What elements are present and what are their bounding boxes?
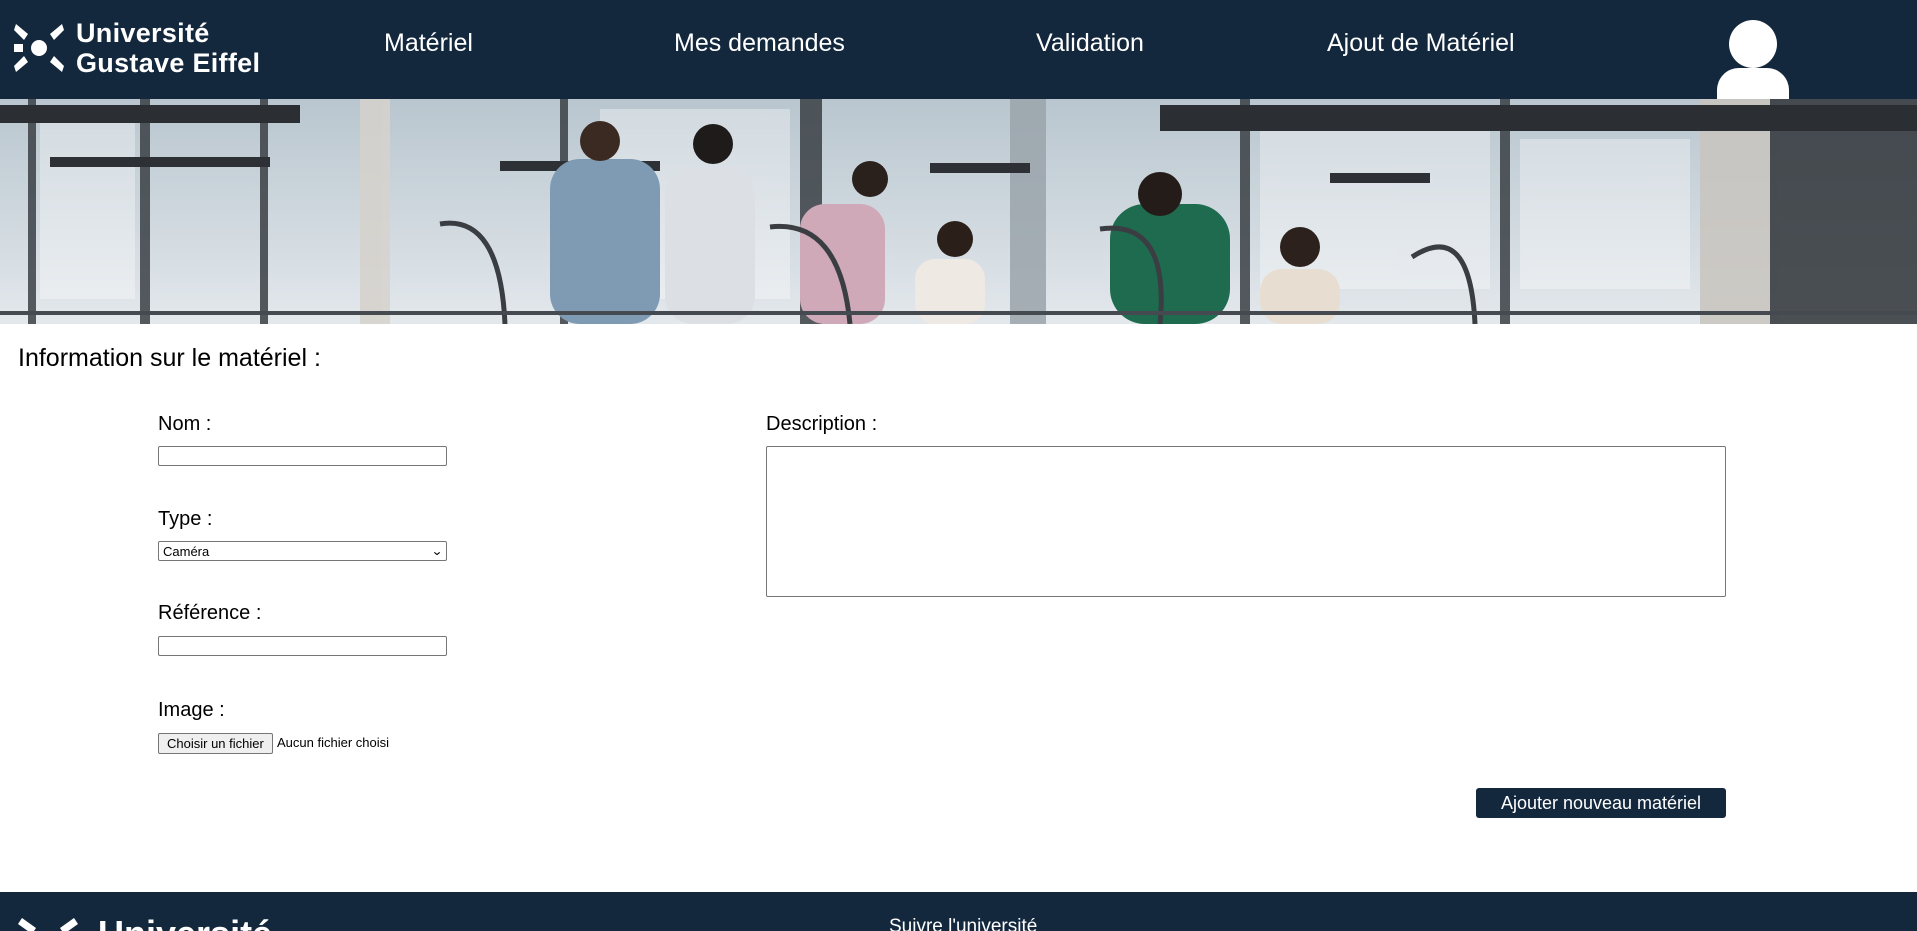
nav-materiel[interactable]: Matériel: [384, 26, 473, 60]
description-label: Description :: [766, 413, 878, 435]
logo-line-2: Gustave Eiffel: [76, 48, 261, 78]
reference-label: Référence :: [158, 602, 262, 624]
description-textarea[interactable]: [766, 446, 1726, 597]
name-input[interactable]: [158, 446, 447, 466]
hero-banner-image: [0, 99, 1917, 324]
name-label: Nom :: [158, 413, 212, 435]
nav-ajout-materiel[interactable]: Ajout de Matériel: [1327, 26, 1515, 60]
logo-text: Université Gustave Eiffel: [76, 18, 260, 78]
image-label: Image :: [158, 699, 225, 721]
chevron-down-icon: ⌄: [430, 544, 444, 558]
footer: Université Suivre l'université: [0, 892, 1917, 931]
logo-line-1: Université: [76, 18, 210, 48]
user-avatar-icon[interactable]: [1717, 20, 1789, 99]
add-material-button[interactable]: Ajouter nouveau matériel: [1476, 788, 1726, 818]
avatar-head: [1729, 20, 1777, 68]
top-navbar: Université Gustave Eiffel Matériel Mes d…: [0, 0, 1917, 99]
type-selected-value: Caméra: [163, 543, 210, 559]
university-logo-icon: [14, 20, 64, 76]
file-status-text: Aucun fichier choisi: [277, 735, 389, 750]
section-title: Information sur le matériel :: [18, 344, 321, 372]
avatar-body: [1717, 68, 1789, 99]
reference-input[interactable]: [158, 636, 447, 656]
university-logo-icon: [18, 914, 78, 931]
university-logo[interactable]: Université Gustave Eiffel: [14, 18, 260, 78]
follow-university-label: Suivre l'université: [889, 916, 1038, 931]
nav-mes-demandes[interactable]: Mes demandes: [674, 26, 845, 60]
type-label: Type :: [158, 508, 213, 530]
footer-logo[interactable]: Université: [18, 914, 272, 931]
choose-file-button[interactable]: Choisir un fichier: [158, 733, 273, 754]
nav-validation[interactable]: Validation: [1036, 26, 1144, 60]
footer-logo-text: Université: [98, 914, 272, 931]
type-select[interactable]: Caméra ⌄: [158, 541, 447, 561]
